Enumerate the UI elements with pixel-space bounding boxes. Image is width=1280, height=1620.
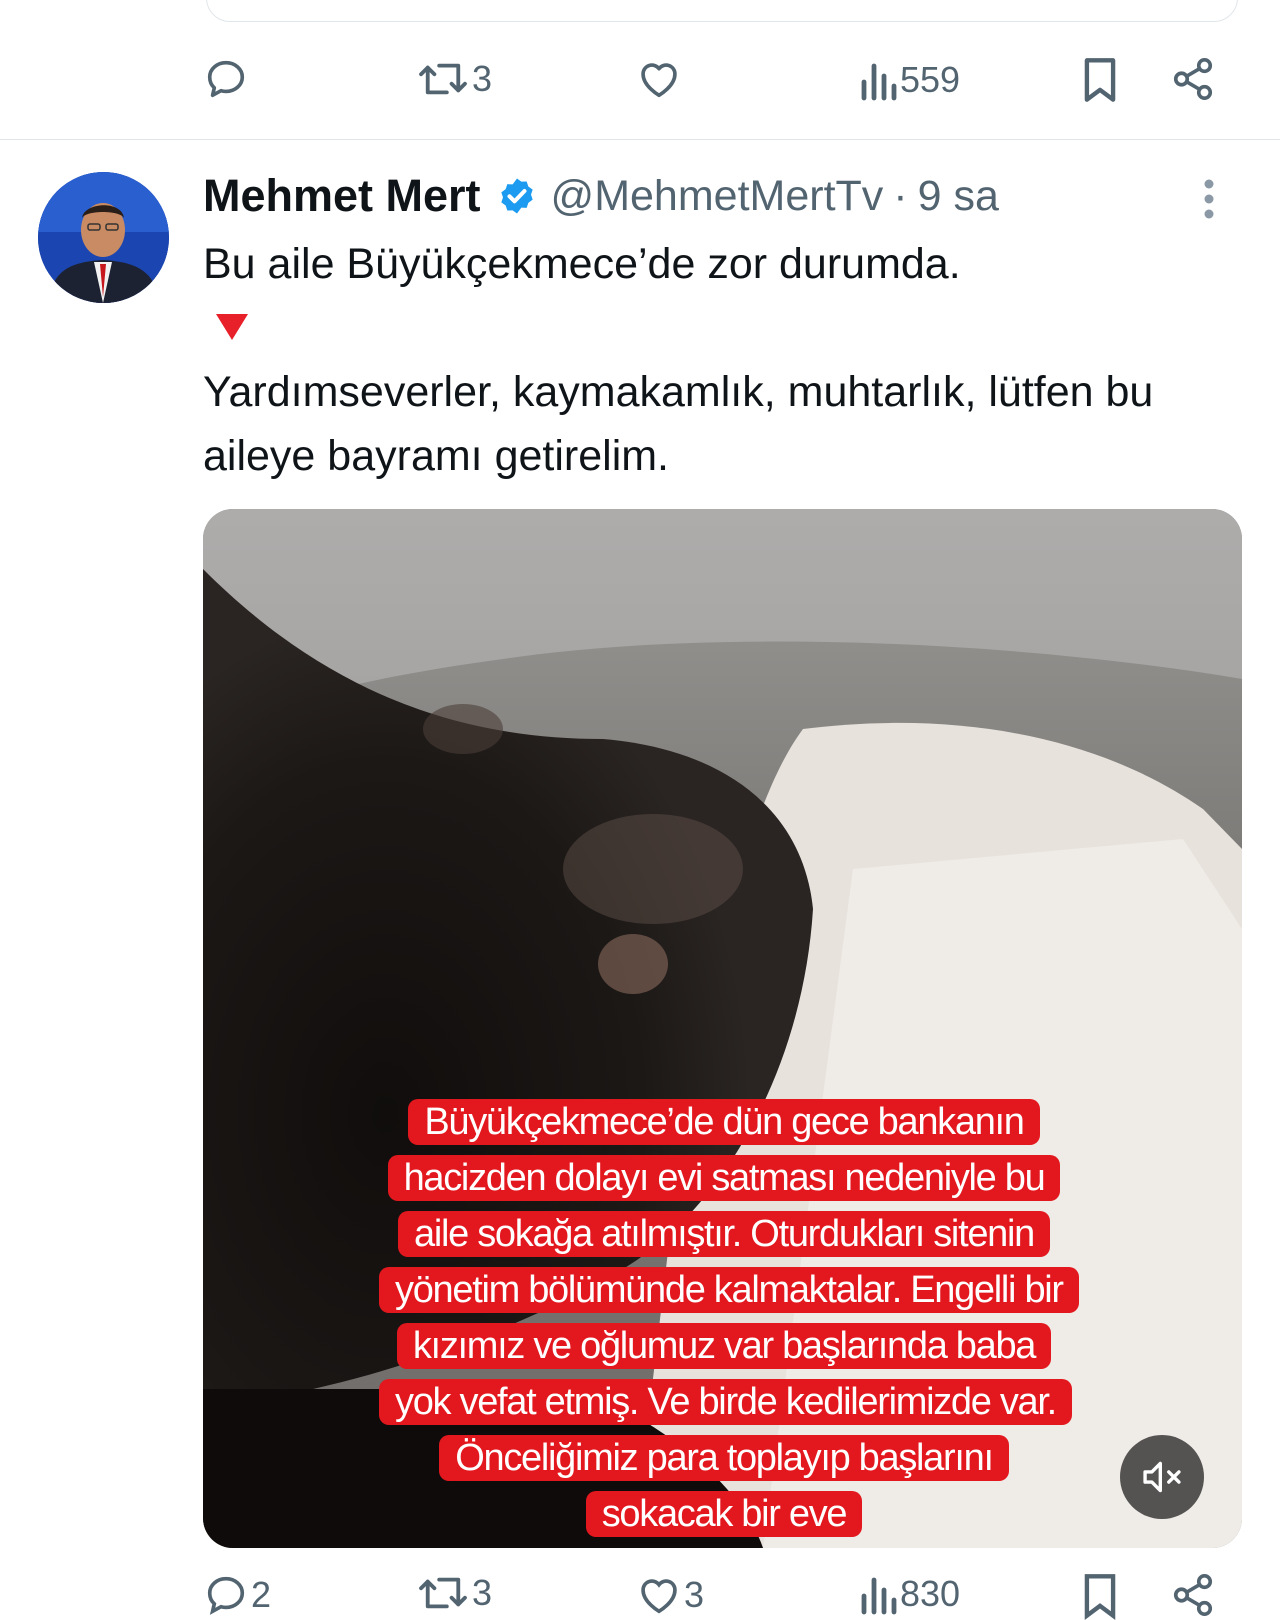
bookmark-button[interactable]: [1078, 1572, 1122, 1620]
like-button[interactable]: 3: [636, 1572, 704, 1618]
views-count: 559: [900, 59, 961, 100]
like-button[interactable]: [636, 56, 682, 102]
reply-button[interactable]: [203, 56, 249, 102]
verified-badge-icon: [500, 178, 533, 214]
like-icon: [641, 63, 677, 98]
tweet-header: Mehmet Mert @MehmetMertTv · 9 sa: [203, 168, 999, 224]
retweet-count: 3: [472, 1572, 493, 1613]
video-caption-text: Büyükçekmece’de dün gece bankanın hacizd…: [379, 1099, 1079, 1537]
more-options-button[interactable]: [1203, 178, 1215, 225]
red-triangle-icon: [216, 314, 248, 340]
previous-quote-card[interactable]: [206, 0, 1238, 22]
share-icon: [1173, 1574, 1213, 1616]
retweet-button[interactable]: 3: [416, 1572, 492, 1614]
avatar-photo: [38, 172, 169, 303]
views-icon: [861, 1577, 897, 1615]
tweet-divider: [0, 139, 1280, 140]
like-icon: [641, 1579, 677, 1614]
reply-icon: [207, 60, 245, 98]
views-count: 830: [900, 1573, 961, 1614]
retweet-count: 3: [472, 58, 493, 99]
views-icon: [861, 63, 897, 101]
retweet-icon: [419, 63, 467, 95]
video-caption: Büyükçekmece’de dün gece bankanın hacizd…: [379, 1094, 1079, 1542]
separator-dot: ·: [893, 171, 908, 220]
bookmark-icon: [1084, 58, 1116, 102]
more-vertical-icon: [1204, 179, 1214, 219]
reply-icon: [207, 1576, 245, 1615]
reply-button[interactable]: 2: [203, 1572, 271, 1618]
bookmark-button[interactable]: [1078, 56, 1122, 104]
tweet-time[interactable]: 9 sa: [918, 172, 999, 221]
tweet-text-line2: Yardımseverler, kaymakamlık, muhtarlık, …: [203, 368, 1154, 480]
avatar[interactable]: [38, 172, 169, 303]
retweet-icon: [419, 1577, 467, 1609]
views-button[interactable]: 559: [858, 58, 960, 102]
muted-speaker-icon: [1143, 1461, 1181, 1493]
author-name[interactable]: Mehmet Mert: [203, 170, 481, 222]
previous-tweet-actions: 3 559: [0, 52, 1280, 112]
tweet-text-line1: Bu aile Büyükçekmece’de zor durumda.: [203, 240, 961, 288]
bookmark-icon: [1084, 1574, 1116, 1620]
tweet-video[interactable]: Büyükçekmece’de dün gece bankanın hacizd…: [203, 509, 1242, 1548]
mute-button[interactable]: [1120, 1435, 1204, 1519]
author-handle[interactable]: @MehmetMertTv: [551, 172, 884, 221]
like-count: 3: [684, 1574, 705, 1615]
retweet-button[interactable]: 3: [416, 58, 492, 100]
reply-count: 2: [251, 1574, 272, 1615]
views-button[interactable]: 830: [858, 1572, 960, 1616]
tweet-actions: 2 3 3 830: [0, 1572, 1280, 1620]
share-button[interactable]: [1170, 1572, 1216, 1618]
share-icon: [1173, 58, 1213, 100]
share-button[interactable]: [1170, 56, 1216, 102]
